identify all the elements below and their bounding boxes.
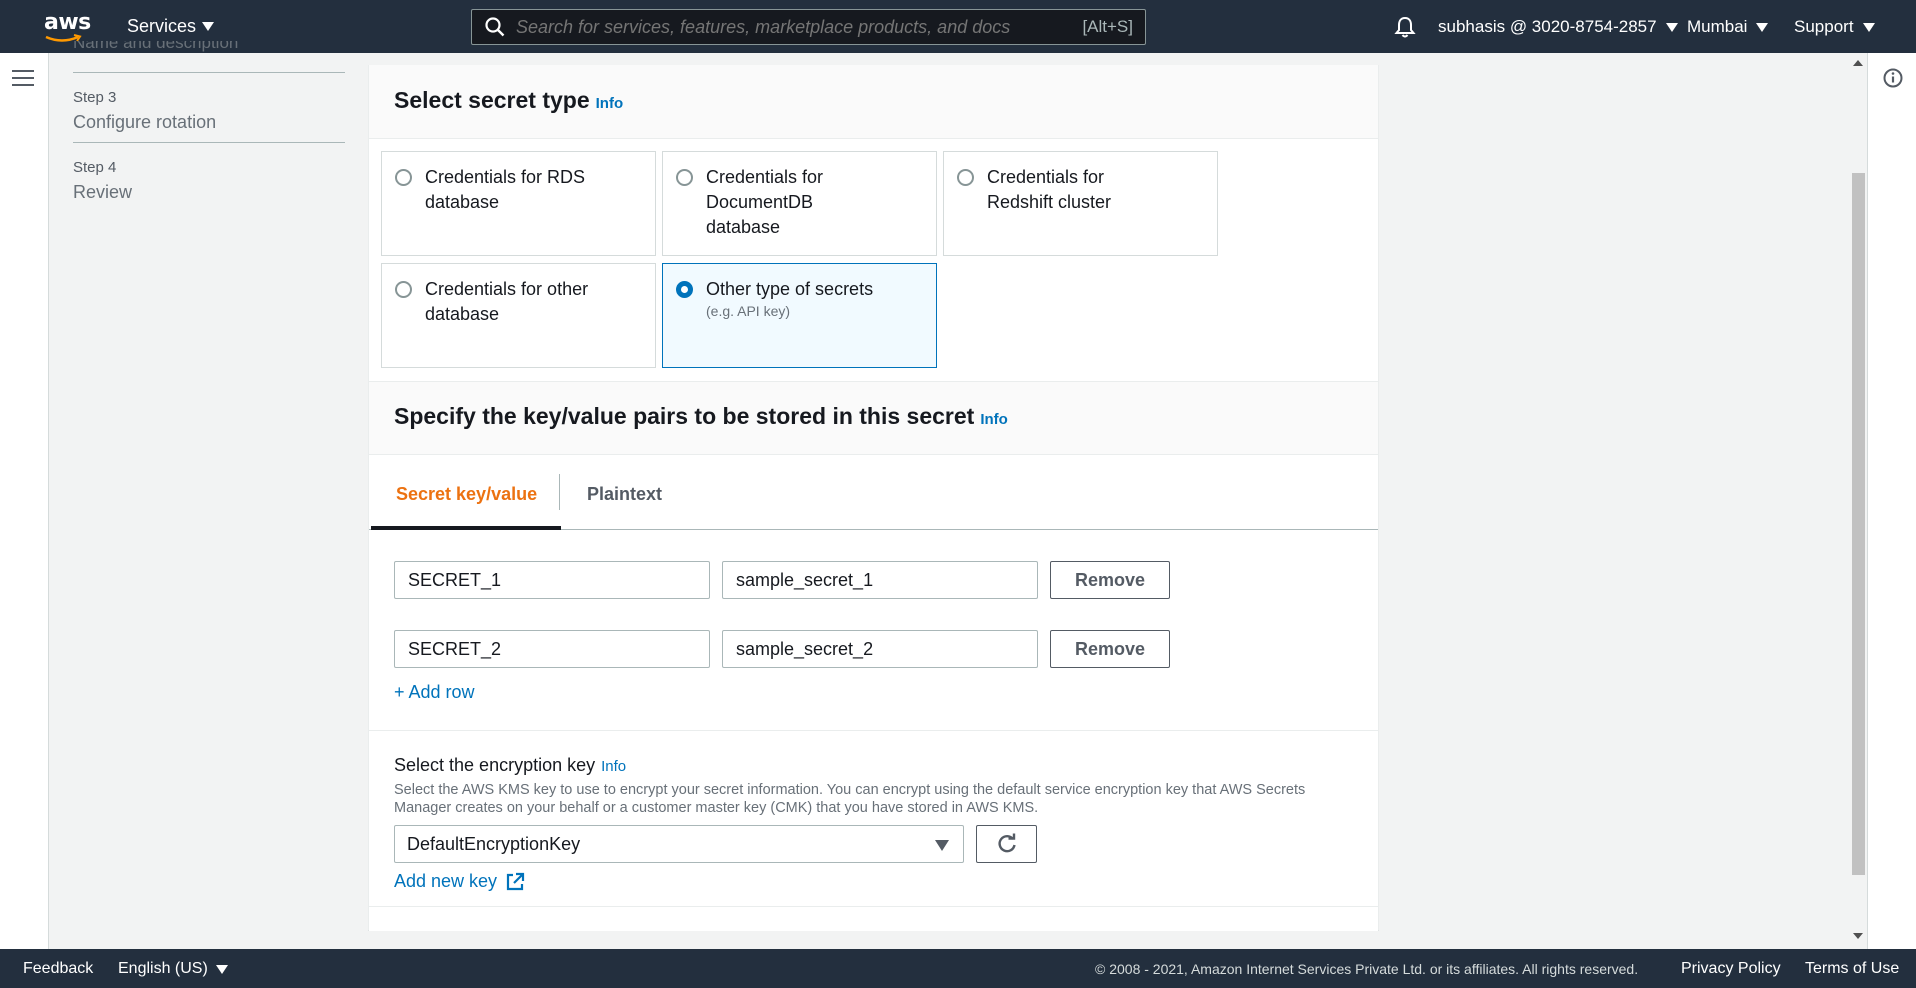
step-divider — [73, 72, 345, 73]
secret-type-info-link[interactable]: Info — [596, 95, 624, 112]
radio-button[interactable] — [957, 169, 974, 186]
secret-type-label: Credentials for RDS database — [425, 167, 586, 212]
privacy-policy-link[interactable]: Privacy Policy — [1681, 960, 1781, 978]
copyright-text: © 2008 - 2021, Amazon Internet Services … — [1095, 961, 1639, 977]
support-menu[interactable]: Support — [1794, 17, 1875, 37]
secret-type-label: Credentials for DocumentDB database — [706, 167, 824, 237]
aws-logo[interactable]: aws — [44, 10, 91, 44]
account-label: subhasis @ 3020-8754-2857 — [1438, 17, 1657, 36]
radio-button-selected[interactable] — [676, 281, 693, 298]
secret-type-label: Credentials for other database — [425, 279, 589, 324]
secret-key-input[interactable]: SECRET_2 — [394, 630, 710, 668]
caret-down-icon — [1665, 22, 1678, 32]
scrollbar-thumb[interactable] — [1852, 173, 1865, 875]
kv-tabs: Secret key/value Plaintext — [369, 455, 1378, 530]
kv-pairs-info-link[interactable]: Info — [980, 411, 1008, 428]
secret-type-rds[interactable]: Credentials for RDS database — [381, 151, 656, 256]
page-footer: Feedback English (US) © 2008 - 2021, Ama… — [0, 949, 1916, 988]
right-rail — [1867, 53, 1916, 949]
secret-value-input[interactable]: sample_secret_1 — [722, 561, 1038, 599]
tab-separator — [559, 474, 560, 510]
add-new-key-link[interactable]: Add new key — [394, 871, 525, 892]
scroll-up-arrow-icon[interactable] — [1853, 60, 1863, 66]
radio-button[interactable] — [676, 169, 693, 186]
feedback-link[interactable]: Feedback — [23, 960, 93, 978]
step-3-label: Step 3 — [73, 89, 117, 106]
secret-form-panel: Select secret type Info Credentials for R… — [368, 65, 1379, 931]
caret-down-icon — [202, 22, 215, 31]
dropdown-caret-icon — [935, 840, 949, 851]
caret-down-icon — [1756, 22, 1769, 32]
tab-secret-key-value[interactable]: Secret key/value — [396, 484, 537, 505]
secret-type-other-database[interactable]: Credentials for other database — [381, 263, 656, 368]
secret-type-documentdb[interactable]: Credentials for DocumentDB database — [662, 151, 937, 256]
secret-key-input[interactable]: SECRET_1 — [394, 561, 710, 599]
caret-down-icon — [1862, 22, 1875, 32]
services-label: Services — [127, 16, 197, 36]
region-label: Mumbai — [1687, 17, 1748, 36]
secret-type-heading: Select secret type Info — [394, 87, 624, 113]
step-4-label: Step 4 — [73, 159, 117, 176]
kv-pairs-heading: Specify the key/value pairs to be stored… — [394, 403, 1008, 429]
language-label: English (US) — [118, 960, 208, 977]
support-label: Support — [1794, 17, 1854, 36]
secret-type-label: Credentials for Redshift cluster — [987, 167, 1112, 212]
secret-type-redshift[interactable]: Credentials for Redshift cluster — [943, 151, 1218, 256]
encryption-key-select[interactable]: DefaultEncryptionKey — [394, 825, 964, 863]
aws-logo-text: aws — [44, 10, 91, 35]
services-menu[interactable]: Services — [127, 16, 215, 37]
tab-plaintext[interactable]: Plaintext — [587, 484, 662, 505]
search-input[interactable] — [516, 16, 1083, 38]
radio-button[interactable] — [395, 281, 412, 298]
encryption-info-link[interactable]: Info — [601, 758, 626, 775]
top-navigation: aws Services [Alt+S] subhasis @ 3020-875… — [0, 0, 1916, 53]
external-link-icon — [506, 872, 525, 890]
refresh-icon — [997, 833, 1016, 853]
encryption-description: Select the AWS KMS key to use to encrypt… — [394, 782, 1306, 816]
account-menu[interactable]: subhasis @ 3020-8754-2857 — [1438, 17, 1678, 37]
region-menu[interactable]: Mumbai — [1687, 17, 1769, 37]
active-tab-indicator — [371, 526, 561, 530]
kv-pairs-header: Specify the key/value pairs to be stored… — [369, 381, 1378, 455]
menu-hamburger-icon[interactable] — [12, 70, 34, 88]
info-panel-icon[interactable] — [1883, 68, 1903, 88]
left-rail — [0, 53, 49, 949]
global-search[interactable]: [Alt+S] — [471, 9, 1146, 45]
encryption-key-label: Select the encryption key Info — [394, 755, 627, 775]
step-3-title[interactable]: Configure rotation — [73, 112, 216, 133]
next-section-edge — [369, 906, 1378, 931]
selected-encryption-key: DefaultEncryptionKey — [407, 833, 581, 854]
add-row-link[interactable]: + Add row — [394, 682, 475, 703]
caret-down-icon — [215, 964, 228, 974]
remove-row-button[interactable]: Remove — [1050, 630, 1170, 668]
search-icon — [485, 17, 505, 37]
refresh-keys-button[interactable] — [976, 825, 1037, 863]
page-scrollbar[interactable] — [1849, 53, 1867, 949]
notifications-bell-icon[interactable] — [1394, 15, 1416, 39]
step-4-title[interactable]: Review — [73, 182, 132, 203]
secret-type-label: Other type of secrets (e.g. API key) — [706, 279, 874, 319]
step-divider — [73, 142, 345, 143]
secret-type-header: Select secret type Info — [369, 65, 1378, 139]
secret-value-input[interactable]: sample_secret_2 — [722, 630, 1038, 668]
secret-type-other-secrets[interactable]: Other type of secrets (e.g. API key) — [662, 263, 937, 368]
scroll-down-arrow-icon[interactable] — [1853, 933, 1863, 939]
language-selector[interactable]: English (US) — [118, 960, 228, 978]
step-2-title-partial[interactable]: Name and description — [73, 41, 238, 53]
terms-of-use-link[interactable]: Terms of Use — [1805, 960, 1899, 978]
remove-row-button[interactable]: Remove — [1050, 561, 1170, 599]
encryption-section: Select the encryption key Info Select the… — [369, 730, 1378, 906]
search-shortcut: [Alt+S] — [1082, 17, 1133, 36]
radio-button[interactable] — [395, 169, 412, 186]
